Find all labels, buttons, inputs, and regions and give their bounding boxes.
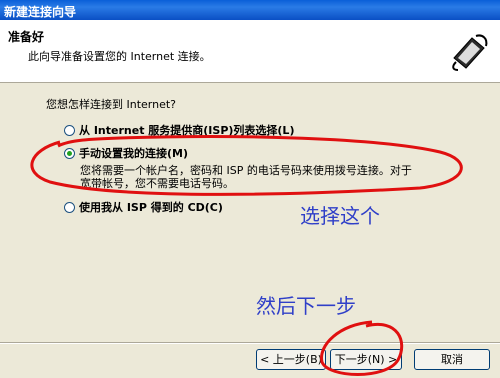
annotation-then-next: 然后下一步	[256, 294, 356, 318]
header-subtitle: 此向导准备设置您的 Internet 连接。	[28, 50, 211, 63]
option-manual-setup[interactable]: 手动设置我的连接(M)	[64, 145, 188, 161]
option-isp-cd-label: 使用我从 ISP 得到的 CD(C)	[79, 201, 223, 214]
option-isp-cd[interactable]: 使用我从 ISP 得到的 CD(C)	[64, 199, 223, 215]
description-line-1: 您将需要一个帐户名，密码和 ISP 的电话号码来使用拨号连接。对于	[80, 164, 412, 177]
header-title: 准备好	[8, 30, 45, 44]
window-title: 新建连接向导	[4, 5, 77, 19]
back-button[interactable]: < 上一步(B)	[256, 349, 326, 370]
next-button[interactable]: 下一步(N) >	[330, 349, 402, 370]
radio-isp-list[interactable]	[64, 124, 75, 136]
radio-manual-setup[interactable]	[64, 147, 75, 159]
option-isp-list[interactable]: 从 Internet 服务提供商(ISP)列表选择(L)	[64, 122, 294, 138]
option-isp-list-label: 从 Internet 服务提供商(ISP)列表选择(L)	[79, 124, 295, 137]
manual-setup-description: 您将需要一个帐户名，密码和 ISP 的电话号码来使用拨号连接。对于 宽带帐号，您…	[80, 164, 460, 190]
phone-connection-icon	[447, 29, 491, 73]
description-line-2: 宽带帐号，您不需要电话号码。	[80, 177, 234, 190]
button-separator	[0, 342, 500, 344]
title-bar: 新建连接向导	[0, 0, 500, 20]
radio-isp-cd[interactable]	[64, 201, 75, 213]
connection-question: 您想怎样连接到 Internet?	[46, 98, 177, 111]
cancel-button[interactable]: 取消	[414, 349, 490, 370]
annotation-select-this: 选择这个	[300, 204, 380, 228]
option-manual-setup-label: 手动设置我的连接(M)	[79, 147, 189, 160]
wizard-header: 准备好 此向导准备设置您的 Internet 连接。	[0, 20, 500, 83]
